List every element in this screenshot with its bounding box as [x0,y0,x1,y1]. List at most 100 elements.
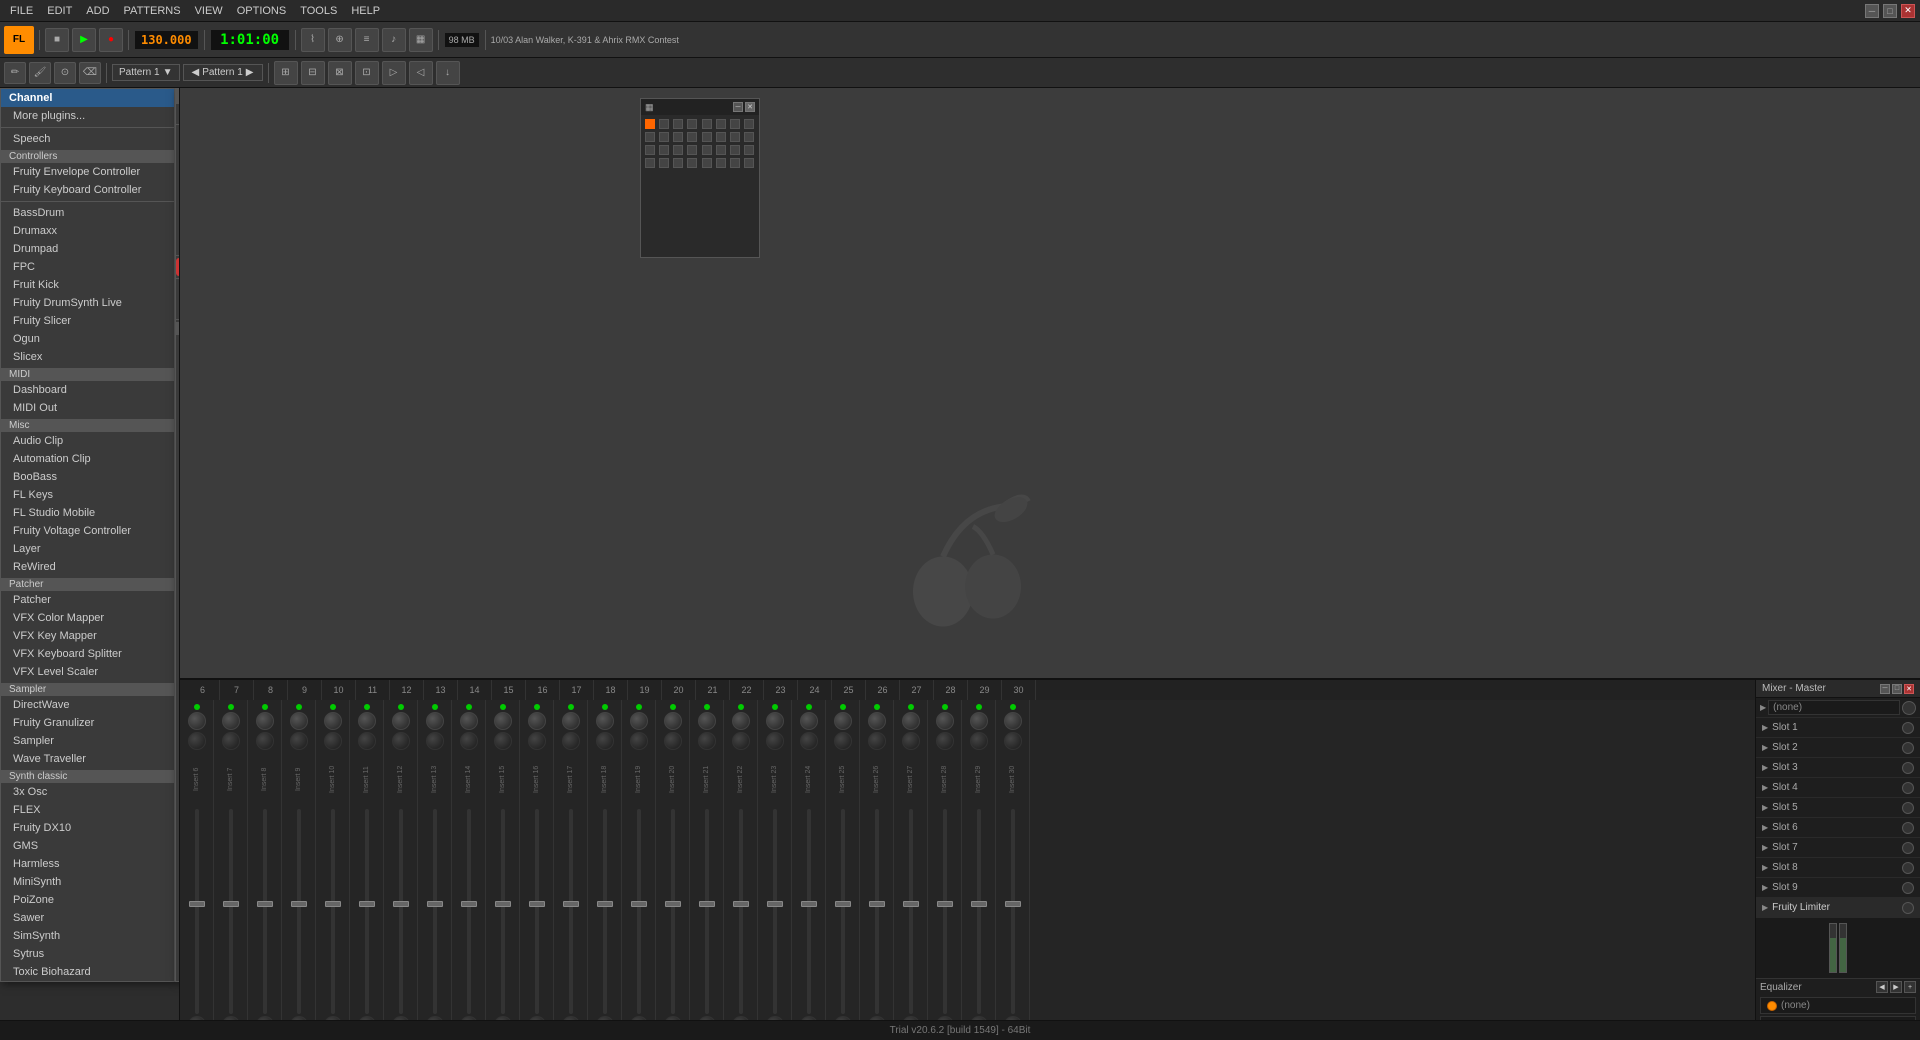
bpm-display[interactable]: 130.000 [134,30,199,50]
step-btn-26[interactable] [659,158,669,168]
wave-traveller-entry[interactable]: Wave Traveller [1,750,174,768]
pencil-tool[interactable]: ✏ [4,62,26,84]
step-btn-20[interactable] [687,145,697,155]
step-btn-32[interactable] [744,158,754,168]
slot-7[interactable]: ▶Slot 7 [1756,838,1920,858]
strip-fader-track-17[interactable] [773,809,777,1014]
strip-fader-track-12[interactable] [603,809,607,1014]
mixer-strip-7[interactable]: Insert 7 [214,700,248,1038]
strip-fader-track-20[interactable] [875,809,879,1014]
mixer-strip-6[interactable]: Insert 6 [180,700,214,1038]
strip-fader-track-4[interactable] [331,809,335,1014]
mixer-strip-27[interactable]: Insert 27 [894,700,928,1038]
step-btn-8[interactable] [744,119,754,129]
step-btn-30[interactable] [716,158,726,168]
mixer-strip-15[interactable]: Insert 15 [486,700,520,1038]
step-btn-21[interactable] [702,145,712,155]
strip-knob2-5[interactable] [358,732,376,750]
play-button[interactable]: ▶ [72,28,96,52]
rewired-entry[interactable]: ReWired [1,558,174,576]
strip-knob-19[interactable] [834,712,852,730]
fruity-keyboard-entry[interactable]: Fruity Keyboard Controller [1,181,174,199]
mixer-strip-24[interactable]: Insert 24 [792,700,826,1038]
boobass-entry[interactable]: BooBass [1,468,174,486]
slot-8[interactable]: ▶Slot 8 [1756,858,1920,878]
sawer-entry[interactable]: Sawer [1,909,174,927]
audio-clip-entry[interactable]: Audio Clip [1,432,174,450]
strip-knob2-14[interactable] [664,732,682,750]
close-button[interactable]: ✕ [1901,4,1915,18]
menu-edit[interactable]: EDIT [41,3,78,19]
strip-knob-1[interactable] [222,712,240,730]
fruity-gran-entry[interactable]: Fruity Granulizer [1,714,174,732]
poizone-entry[interactable]: PoiZone [1,891,174,909]
mixer-strip-18[interactable]: Insert 18 [588,700,622,1038]
toxic-entry[interactable]: Toxic Biohazard [1,963,174,981]
step-btn-11[interactable] [673,132,683,142]
strip-knob2-12[interactable] [596,732,614,750]
stamp-tool[interactable]: ⊙ [54,62,76,84]
fruity-limiter-slot[interactable]: ▶ Fruity Limiter [1756,898,1920,918]
slot-1[interactable]: ▶Slot 1 [1756,718,1920,738]
midi-out-entry[interactable]: MIDI Out [1,399,174,417]
step-btn-14[interactable] [716,132,726,142]
step-btn-10[interactable] [659,132,669,142]
3x-osc-entry[interactable]: 3x Osc [1,783,174,801]
sampler-entry[interactable]: Sampler [1,732,174,750]
mixer-strip-16[interactable]: Insert 16 [520,700,554,1038]
eq-btn-1[interactable]: ◀ [1876,981,1888,993]
strip-knob-22[interactable] [936,712,954,730]
vfx-level-entry[interactable]: VFX Level Scaler [1,663,174,681]
strip-fader-track-14[interactable] [671,809,675,1014]
strip-fader-track-5[interactable] [365,809,369,1014]
menu-add[interactable]: ADD [80,3,115,19]
strip-knob-4[interactable] [324,712,342,730]
master-current-btn[interactable] [1902,701,1916,715]
eq-btn-3[interactable]: + [1904,981,1916,993]
mixer-strip-14[interactable]: Insert 14 [452,700,486,1038]
mixer-strip-20[interactable]: Insert 20 [656,700,690,1038]
strip-fader-track-1[interactable] [229,809,233,1014]
step-btn-28[interactable] [687,158,697,168]
mixer-strip-9[interactable]: Insert 9 [282,700,316,1038]
menu-help[interactable]: HELP [345,3,386,19]
mixer-strip-21[interactable]: Insert 21 [690,700,724,1038]
strip-knob2-20[interactable] [868,732,886,750]
strip-knob2-8[interactable] [460,732,478,750]
extra-btn-4[interactable]: ⊡ [355,61,379,85]
step-seq-close[interactable]: ✕ [745,102,755,112]
strip-knob-14[interactable] [664,712,682,730]
slot-5[interactable]: ▶Slot 5 [1756,798,1920,818]
step-btn-15[interactable] [730,132,740,142]
strip-knob2-0[interactable] [188,732,206,750]
strip-knob2-24[interactable] [1004,732,1022,750]
mixer-strip-23[interactable]: Insert 23 [758,700,792,1038]
strip-fader-track-6[interactable] [399,809,403,1014]
strip-knob-20[interactable] [868,712,886,730]
zoom-button[interactable]: ⊕ [328,28,352,52]
strip-knob2-11[interactable] [562,732,580,750]
strip-knob2-13[interactable] [630,732,648,750]
strip-knob-23[interactable] [970,712,988,730]
step-btn-1[interactable] [645,119,655,129]
eq-btn-2[interactable]: ▶ [1890,981,1902,993]
record-button[interactable]: ● [99,28,123,52]
drumpad-entry[interactable]: Drumpad [1,240,174,258]
slot-4[interactable]: ▶Slot 4 [1756,778,1920,798]
step-btn-16[interactable] [744,132,754,142]
extra-btn-5[interactable]: ▷ [382,61,406,85]
strip-knob-13[interactable] [630,712,648,730]
step-btn-4[interactable] [687,119,697,129]
snap-button[interactable]: ⌇ [301,28,325,52]
slicex-entry[interactable]: Slicex [1,348,174,366]
fpc-entry[interactable]: FPC [1,258,174,276]
more-plugins-entry[interactable]: More plugins... [1,107,174,125]
step-btn-31[interactable] [730,158,740,168]
slot-6[interactable]: ▶Slot 6 [1756,818,1920,838]
directwave-entry[interactable]: DirectWave [1,696,174,714]
strip-knob-10[interactable] [528,712,546,730]
mixer-strip-17[interactable]: Insert 17 [554,700,588,1038]
vfx-keyboard-entry[interactable]: VFX Keyboard Splitter [1,645,174,663]
strip-fader-track-0[interactable] [195,809,199,1014]
strip-knob2-15[interactable] [698,732,716,750]
